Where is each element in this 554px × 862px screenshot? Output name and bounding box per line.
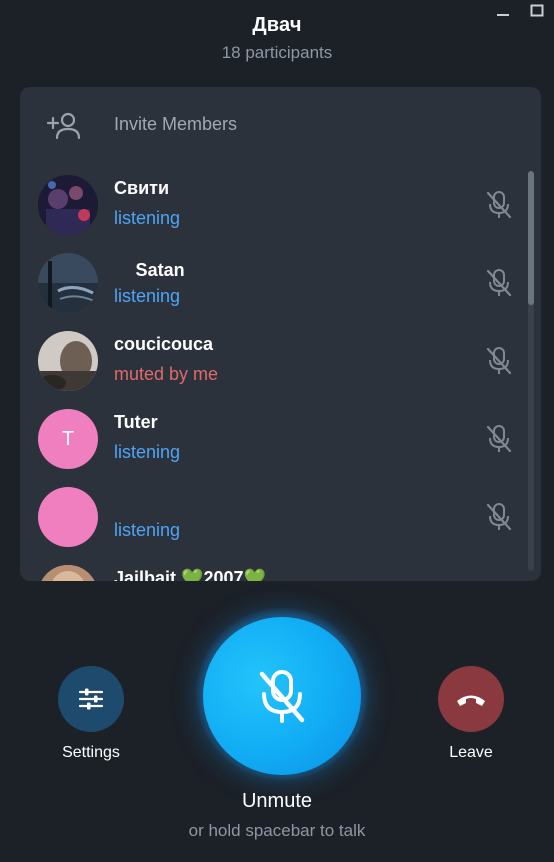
- muted-mic-icon[interactable]: [485, 189, 513, 221]
- muted-mic-icon[interactable]: [485, 267, 513, 299]
- leave-label: Leave: [449, 744, 493, 761]
- participant-status: listening: [114, 520, 181, 540]
- participant-name: Jailbait 💚2007💚: [114, 568, 266, 581]
- avatar: [38, 565, 98, 581]
- settings-button[interactable]: [58, 666, 124, 732]
- scrollbar-thumb[interactable]: [528, 171, 534, 305]
- unmute-label: Unmute: [241, 790, 313, 812]
- avatar: [38, 253, 98, 313]
- sliders-icon: [78, 688, 104, 710]
- participant-status: listening: [114, 286, 181, 306]
- avatar: T: [38, 409, 98, 469]
- avatar: [38, 331, 98, 391]
- participant-row[interactable]: Свити listening: [20, 169, 525, 247]
- settings-label: Settings: [62, 744, 120, 761]
- page-title: Двач: [252, 14, 302, 36]
- participant-name: Свити: [114, 178, 170, 198]
- muted-mic-icon[interactable]: [485, 501, 513, 533]
- hang-up-icon: [457, 695, 485, 706]
- avatar-initial: T: [61, 427, 75, 450]
- settings-control: Settings: [46, 666, 136, 762]
- participant-list[interactable]: Свити listening ㅤ Satan listening coucic…: [20, 163, 541, 581]
- avatar-photo-icon: [38, 565, 98, 581]
- muted-mic-icon[interactable]: [485, 345, 513, 377]
- participant-status: listening: [114, 208, 181, 228]
- leave-control: Leave: [426, 666, 516, 762]
- avatar-photo-icon: [38, 253, 98, 313]
- muted-mic-icon[interactable]: [485, 423, 513, 455]
- spacebar-hint: or hold spacebar to talk: [188, 821, 366, 840]
- participant-name: coucicouca: [114, 334, 214, 354]
- participant-row[interactable]: listening: [20, 481, 525, 559]
- invite-members-label: Invite Members: [114, 114, 238, 134]
- avatar: [38, 487, 98, 547]
- participants-panel: Invite Members Свити listening ㅤ Satan l…: [20, 87, 541, 581]
- participant-name: ㅤ Satan: [114, 260, 185, 280]
- muted-mic-icon[interactable]: [485, 579, 513, 581]
- participant-status: muted by me: [114, 364, 219, 384]
- participant-row[interactable]: ㅤ Satan listening: [20, 247, 525, 325]
- participant-count: 18 participants: [221, 43, 333, 62]
- header: Двач 18 participants: [0, 14, 554, 63]
- scrollbar-track[interactable]: [528, 171, 534, 571]
- participant-row[interactable]: coucicouca muted by me: [20, 325, 525, 403]
- avatar-photo-icon: [38, 175, 98, 235]
- participant-row[interactable]: T Tuter listening: [20, 403, 525, 481]
- participant-status: listening: [114, 442, 181, 462]
- avatar-photo-icon: [38, 331, 98, 391]
- unmute-button[interactable]: [203, 617, 361, 775]
- avatar: [38, 175, 98, 235]
- add-user-icon: [46, 112, 81, 139]
- invite-members-button[interactable]: Invite Members: [20, 87, 541, 163]
- muted-mic-icon: [259, 670, 305, 723]
- participant-name: Tuter: [114, 412, 158, 432]
- participant-row[interactable]: Jailbait 💚2007💚: [20, 559, 525, 581]
- leave-button[interactable]: [438, 666, 504, 732]
